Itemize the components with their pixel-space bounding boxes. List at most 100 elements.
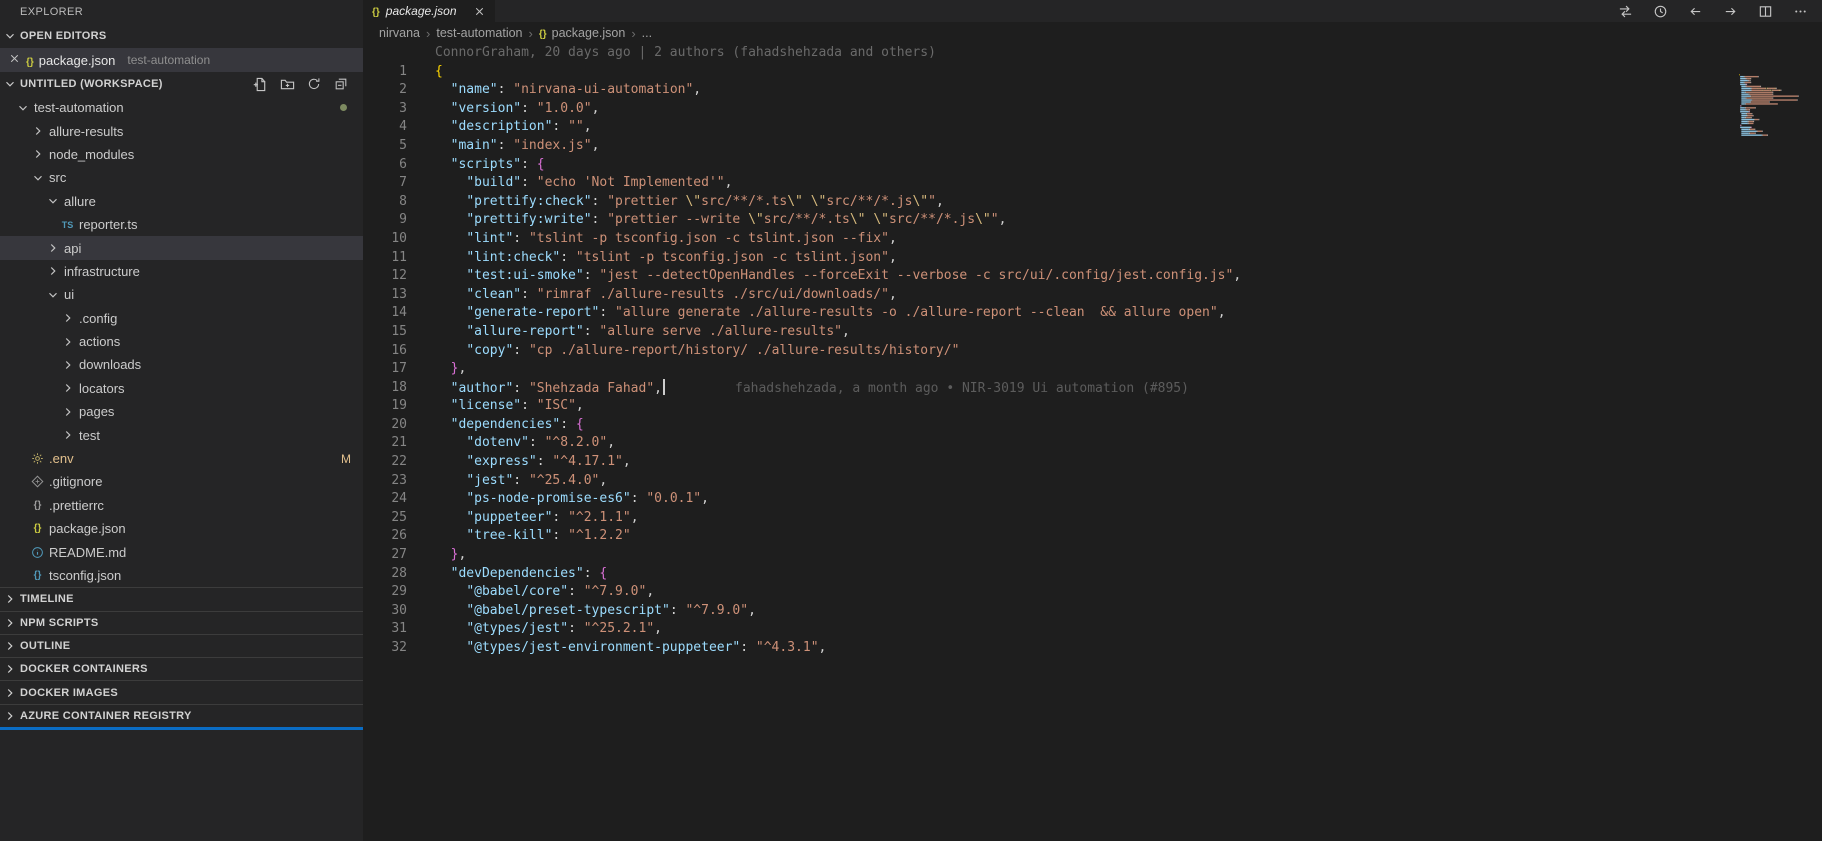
tree-item-.gitignore[interactable]: .gitignore — [0, 470, 363, 493]
code-line-19[interactable]: 19 "license": "ISC", — [363, 397, 1822, 416]
open-editors-header[interactable]: OPEN EDITORS — [0, 24, 363, 48]
code-line-30[interactable]: 30 "@babel/preset-typescript": "^7.9.0", — [363, 602, 1822, 621]
tree-item-actions[interactable]: actions — [0, 330, 363, 353]
tree-item-tsconfig.json[interactable]: {} tsconfig.json — [0, 564, 363, 587]
code-line-3[interactable]: 3 "version": "1.0.0", — [363, 100, 1822, 119]
code-line-4[interactable]: 4 "description": "", — [363, 118, 1822, 137]
tree-item-node_modules[interactable]: node_modules — [0, 143, 363, 166]
tree-item-allure[interactable]: allure — [0, 190, 363, 213]
tree-item-pages[interactable]: pages — [0, 400, 363, 423]
open-editor-package.json[interactable]: {} package.json test-automation — [0, 48, 363, 72]
breadcrumb-item-nirvana[interactable]: nirvana — [379, 26, 420, 40]
code-line-20[interactable]: 20 "dependencies": { — [363, 416, 1822, 435]
code-line-16[interactable]: 16 "copy": "cp ./allure-report/history/ … — [363, 342, 1822, 361]
tree-item-allure-results[interactable]: allure-results — [0, 119, 363, 142]
tree-item-label: src — [49, 170, 67, 186]
line-content: "description": "", — [450, 119, 592, 135]
breadcrumb-item-...[interactable]: ... — [642, 26, 652, 40]
more-actions-icon[interactable] — [1792, 3, 1808, 19]
code-line-7[interactable]: 7 "build": "echo 'Not Implemented'", — [363, 174, 1822, 193]
gear-icon — [29, 452, 46, 465]
panel-header-azure-container-registry[interactable]: AZURE CONTAINER REGISTRY — [0, 703, 363, 727]
line-number: 32 — [391, 640, 407, 655]
code-line-12[interactable]: 12 "test:ui-smoke": "jest --detectOpenHa… — [363, 267, 1822, 286]
gitlens-authors-lens[interactable]: ConnorGraham, 20 days ago | 2 authors (f… — [363, 44, 1822, 63]
forward-icon[interactable] — [1722, 3, 1738, 19]
panel-header-outline[interactable]: OUTLINE — [0, 633, 363, 657]
breadcrumb-item-test-automation[interactable]: test-automation — [436, 26, 522, 40]
chevron-right-icon — [0, 709, 20, 723]
code-line-13[interactable]: 13 "clean": "rimraf ./allure-results ./s… — [363, 286, 1822, 305]
breadcrumb-separator-icon: › — [528, 25, 533, 41]
code-line-15[interactable]: 15 "allure-report": "allure serve ./allu… — [363, 323, 1822, 342]
code-line-2[interactable]: 2 "name": "nirvana-ui-automation", — [363, 81, 1822, 100]
tree-item-infrastructure[interactable]: infrastructure — [0, 260, 363, 283]
panel-label: AZURE CONTAINER REGISTRY — [20, 709, 192, 722]
code-line-5[interactable]: 5 "main": "index.js", — [363, 137, 1822, 156]
code-line-24[interactable]: 24 "ps-node-promise-es6": "0.0.1", — [363, 490, 1822, 509]
chevron-right-icon — [44, 264, 61, 278]
back-icon[interactable] — [1687, 3, 1703, 19]
code-line-17[interactable]: 17 }, — [363, 360, 1822, 379]
tree-item-.config[interactable]: .config — [0, 307, 363, 330]
tree-item-.prettierrc[interactable]: {} .prettierrc — [0, 494, 363, 517]
code-line-6[interactable]: 6 "scripts": { — [363, 156, 1822, 175]
code-line-10[interactable]: 10 "lint": "tslint -p tsconfig.json -c t… — [363, 230, 1822, 249]
code-line-29[interactable]: 29 "@babel/core": "^7.9.0", — [363, 583, 1822, 602]
tree-item-ui[interactable]: ui — [0, 283, 363, 306]
chevron-down-icon — [29, 171, 46, 185]
tree-item-api[interactable]: api — [0, 236, 363, 260]
tree-item-test[interactable]: test — [0, 423, 363, 446]
minimap[interactable] — [1736, 44, 1822, 841]
code-line-18[interactable]: 18 "author": "Shehzada Fahad", fahadshehz… — [363, 378, 1822, 398]
new-file-icon[interactable] — [252, 76, 268, 92]
code-line-32[interactable]: 32 "@types/jest-environment-puppeteer": … — [363, 639, 1822, 658]
split-editor-icon[interactable] — [1757, 3, 1773, 19]
chevron-right-icon — [59, 405, 76, 419]
code-line-9[interactable]: 9 "prettify:write": "prettier --write \"… — [363, 211, 1822, 230]
panel-header-timeline[interactable]: TIMELINE — [0, 587, 363, 610]
open-changes-icon[interactable] — [1617, 3, 1633, 19]
tree-item-reporter.ts[interactable]: TS reporter.ts — [0, 213, 363, 236]
chevron-down-icon — [0, 29, 20, 43]
chevron-right-icon — [44, 241, 61, 255]
workspace-header[interactable]: UNTITLED (WORKSPACE) — [0, 72, 363, 96]
code-line-21[interactable]: 21 "dotenv": "^8.2.0", — [363, 434, 1822, 453]
code-line-14[interactable]: 14 "generate-report": "allure generate .… — [363, 304, 1822, 323]
tree-item-src[interactable]: src — [0, 166, 363, 189]
panel-header-docker-images[interactable]: DOCKER IMAGES — [0, 680, 363, 703]
code-line-8[interactable]: 8 "prettify:check": "prettier \"src/**/*… — [363, 193, 1822, 212]
code-line-26[interactable]: 26 "tree-kill": "^1.2.2" — [363, 527, 1822, 546]
tab-package-json[interactable]: {} package.json — [363, 0, 495, 22]
code-line-27[interactable]: 27 }, — [363, 546, 1822, 565]
chevron-down-icon — [14, 101, 31, 115]
folder-status-dot — [340, 104, 347, 112]
tree-item-downloads[interactable]: downloads — [0, 353, 363, 376]
code-editor[interactable]: ConnorGraham, 20 days ago | 2 authors (f… — [363, 44, 1822, 841]
explorer-sidebar: EXPLORER OPEN EDITORS {} package.json test… — [0, 0, 363, 841]
new-folder-icon[interactable] — [279, 76, 295, 92]
panel-header-docker-containers[interactable]: DOCKER CONTAINERS — [0, 657, 363, 680]
tree-item-package.json[interactable]: {} package.json — [0, 517, 363, 540]
json-yellow-icon: {} — [538, 29, 547, 40]
code-line-23[interactable]: 23 "jest": "^25.4.0", — [363, 472, 1822, 491]
history-icon[interactable] — [1652, 3, 1668, 19]
refresh-explorer-icon[interactable] — [306, 76, 322, 92]
tree-item-README.md[interactable]: README.md — [0, 540, 363, 563]
panel-header-npm-scripts[interactable]: NPM SCRIPTS — [0, 610, 363, 634]
code-line-22[interactable]: 22 "express": "^4.17.1", — [363, 453, 1822, 472]
chevron-right-icon — [29, 147, 46, 161]
collapse-folders-icon[interactable] — [333, 76, 349, 92]
tree-item-test-automation[interactable]: test-automation — [0, 96, 363, 119]
code-line-25[interactable]: 25 "puppeteer": "^2.1.1", — [363, 509, 1822, 528]
line-content: "version": "1.0.0", — [450, 100, 600, 116]
breadcrumb-item-package.json[interactable]: {} package.json — [539, 26, 625, 40]
tree-item-locators[interactable]: locators — [0, 377, 363, 400]
code-line-11[interactable]: 11 "lint:check": "tslint -p tsconfig.jso… — [363, 249, 1822, 268]
code-line-28[interactable]: 28 "devDependencies": { — [363, 565, 1822, 584]
tree-item-.env[interactable]: .env M — [0, 447, 363, 470]
close-icon[interactable] — [8, 52, 21, 68]
code-line-1[interactable]: 1{ — [363, 63, 1822, 82]
code-line-31[interactable]: 31 "@types/jest": "^25.2.1", — [363, 620, 1822, 639]
tab-close-icon[interactable] — [473, 5, 486, 18]
